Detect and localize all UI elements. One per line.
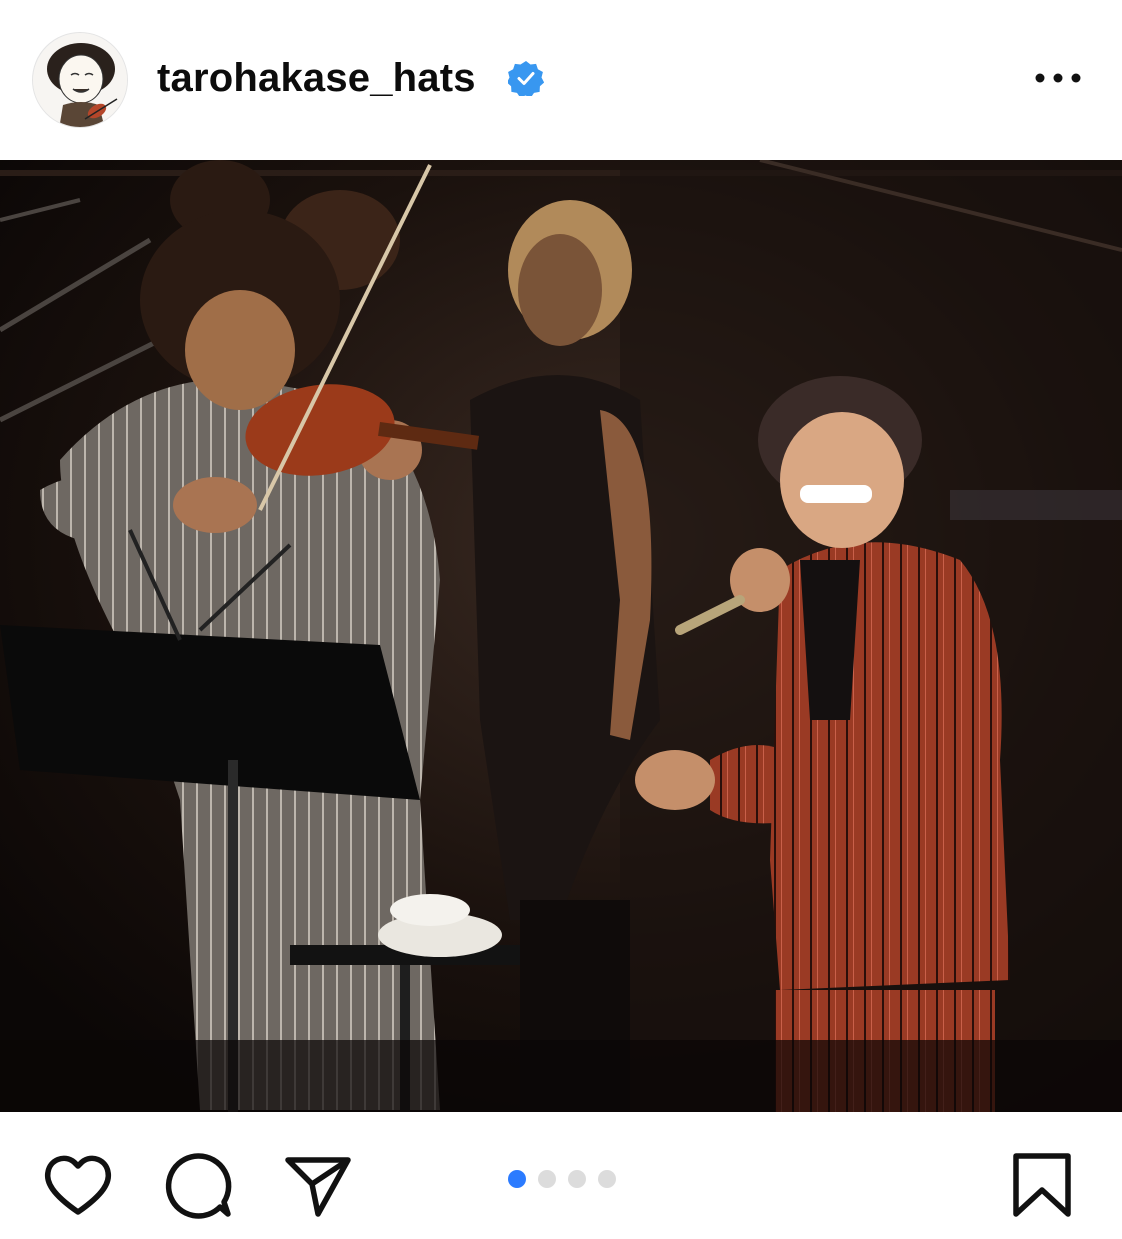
paper-plane-icon[interactable] (282, 1150, 354, 1222)
bookmark-icon[interactable] (1006, 1150, 1078, 1222)
avatar-illustration (33, 33, 127, 127)
post-photo[interactable] (0, 160, 1122, 1112)
username[interactable]: tarohakase_hats (157, 52, 476, 104)
concert-stage-photo (0, 160, 1122, 1112)
more-options-icon[interactable] (1030, 62, 1086, 94)
carousel-dot (568, 1170, 586, 1188)
carousel-dot-active (508, 1170, 526, 1188)
carousel-dot (598, 1170, 616, 1188)
carousel-dot (538, 1170, 556, 1188)
comment-bubble-icon[interactable] (162, 1150, 234, 1222)
carousel-indicator (508, 1168, 628, 1188)
heart-icon[interactable] (42, 1150, 114, 1222)
verified-badge-icon (508, 61, 544, 96)
profile-avatar[interactable] (32, 32, 128, 128)
